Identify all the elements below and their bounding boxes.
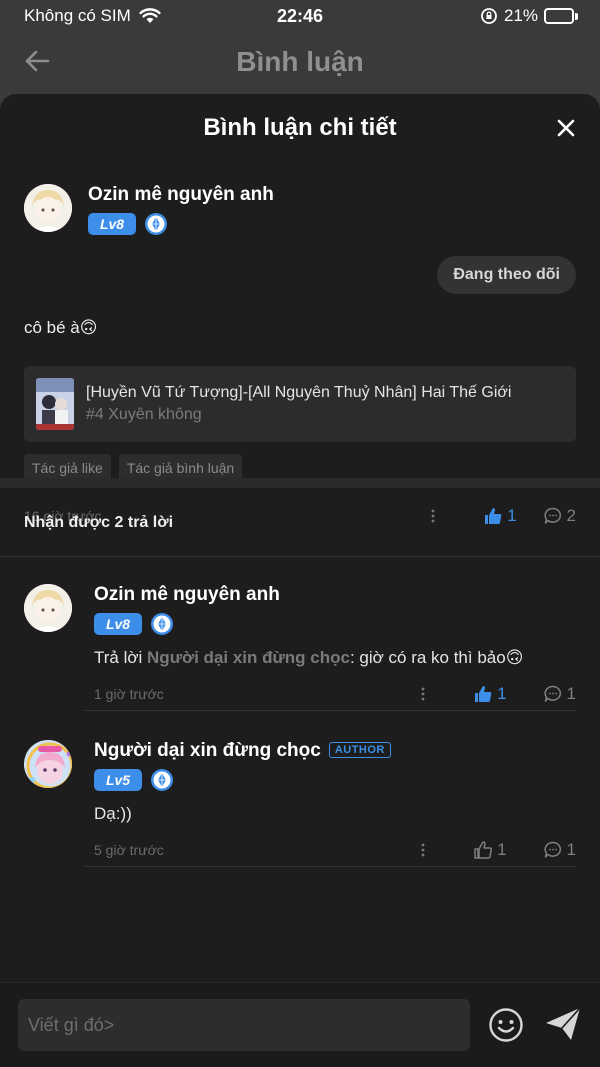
rotation-lock-icon (481, 8, 497, 24)
like-count: 1 (497, 684, 507, 703)
status-bar: Không có SIM 22:46 21% (0, 0, 600, 32)
more-options-icon[interactable] (415, 686, 431, 702)
author-badge: AUTHOR (328, 742, 391, 758)
reply-count: 1 (566, 840, 576, 859)
user-info: Ozin mê nguyên anh Lv8 (88, 184, 274, 236)
reply-item: Người dại xin đừng chọc AUTHOR Lv5 Dạ:)) … (24, 740, 576, 867)
story-title: [Huyền Vũ Tứ Tượng]-[All Nguyên Thuỷ Nhâ… (86, 384, 512, 401)
like-count: 1 (497, 840, 507, 859)
comment-detail-sheet: Bình luận chi tiết Ozin mê nguyên anh Lv… (0, 94, 600, 982)
reply-body: Người dại xin đừng chọc AUTHOR Lv5 Dạ:)) (94, 740, 576, 824)
upside-down-emoji: 🙃 (505, 648, 524, 667)
status-time: 22:46 (276, 5, 324, 26)
comment-icon (543, 841, 561, 858)
level-badge: Lv8 (88, 213, 136, 235)
mention-link[interactable]: Người dại xin đừng chọc (147, 648, 350, 667)
badges: Lv8 (94, 612, 576, 636)
diamond-icon (151, 769, 173, 791)
reply-meta: 5 giờ trước 1 1 (94, 840, 576, 860)
reply-actions: 1 1 (415, 840, 576, 860)
story-chapter: #4 Xuyên không (86, 406, 202, 423)
upside-down-emoji: 🙃 (79, 318, 98, 337)
emoji-icon[interactable] (488, 1007, 524, 1043)
level-badge: Lv5 (94, 769, 142, 791)
avatar[interactable] (24, 184, 72, 232)
battery-percent: 21% (503, 6, 538, 25)
comment-actions: 1 2 (425, 506, 576, 526)
reply-prefix: Trả lời (94, 648, 148, 667)
reply-count: 1 (566, 684, 576, 703)
follow-button[interactable]: Đang theo dõi (437, 256, 576, 294)
close-icon[interactable] (554, 116, 578, 140)
like-button[interactable]: 1 (483, 506, 517, 526)
badges: Lv5 (94, 768, 576, 792)
avatar[interactable] (24, 740, 72, 788)
story-card[interactable]: [Huyền Vũ Tứ Tượng]-[All Nguyên Thuỷ Nhâ… (24, 366, 576, 442)
sheet-title: Bình luận chi tiết (203, 114, 397, 141)
reply-count: 2 (566, 506, 576, 525)
back-arrow-icon[interactable] (22, 46, 52, 76)
carrier-label: Không có SIM (24, 6, 131, 25)
reply-text: Trả lời Người dại xin đừng chọc: giờ có … (94, 648, 576, 668)
reply-text-body: : giờ có ra ko thì bảo (349, 648, 506, 667)
level-badge: Lv8 (94, 613, 142, 635)
page-header: Bình luận (0, 32, 600, 92)
reply-meta: 1 giờ trước 1 1 (94, 684, 576, 704)
diamond-icon (151, 613, 173, 635)
battery-icon (544, 8, 578, 24)
reply-body: Ozin mê nguyên anh Lv8 Trả lời Người dại… (94, 584, 576, 668)
divider (84, 710, 576, 711)
reply-item: Ozin mê nguyên anh Lv8 Trả lời Người dại… (24, 584, 576, 711)
like-count: 1 (507, 506, 517, 525)
user-name-row: Người dại xin đừng chọc AUTHOR (94, 740, 576, 762)
reply-button[interactable]: 1 (543, 684, 576, 704)
more-options-icon[interactable] (415, 842, 431, 858)
timestamp: 1 giờ trước (94, 686, 164, 702)
badges: Lv8 (88, 212, 274, 236)
reply-actions: 1 1 (415, 684, 576, 704)
like-button[interactable]: 1 (473, 684, 507, 704)
divider (0, 556, 600, 557)
thumbs-up-filled-icon (485, 508, 502, 524)
section-separator (0, 478, 600, 488)
more-options-icon[interactable] (425, 508, 441, 524)
status-right: 21% (480, 6, 578, 26)
reply-button[interactable]: 1 (543, 840, 576, 860)
comment-input[interactable] (18, 999, 470, 1051)
send-icon[interactable] (544, 1005, 582, 1043)
story-info: [Huyền Vũ Tứ Tượng]-[All Nguyên Thuỷ Nhâ… (86, 384, 511, 424)
comment-input-bar (0, 982, 600, 1067)
comment-icon (543, 685, 561, 702)
replies-count-label: Nhận được 2 trả lời (24, 514, 174, 531)
divider (84, 866, 576, 867)
timestamp: 5 giờ trước (94, 842, 164, 858)
comment-text-body: cô bé à (24, 318, 80, 337)
comment-icon (543, 507, 561, 524)
user-name[interactable]: Ozin mê nguyên anh (94, 584, 576, 606)
sheet-header: Bình luận chi tiết (0, 94, 600, 162)
thumbs-up-filled-icon (475, 686, 492, 702)
reply-button[interactable]: 2 (543, 506, 576, 526)
avatar[interactable] (24, 584, 72, 632)
wifi-icon (139, 8, 161, 23)
comment-text: cô bé à🙃 (24, 318, 98, 338)
story-thumbnail (36, 378, 74, 430)
status-left: Không có SIM (24, 6, 161, 26)
reply-text: Dạ:)) (94, 804, 132, 823)
follow-label: Đang theo dõi (437, 256, 576, 294)
thumbs-up-outline-icon (474, 841, 493, 859)
page-title: Bình luận (236, 46, 364, 77)
user-name[interactable]: Người dại xin đừng chọc (94, 740, 321, 761)
like-button[interactable]: 1 (473, 840, 507, 860)
user-name[interactable]: Ozin mê nguyên anh (88, 184, 274, 206)
diamond-icon (145, 213, 167, 235)
